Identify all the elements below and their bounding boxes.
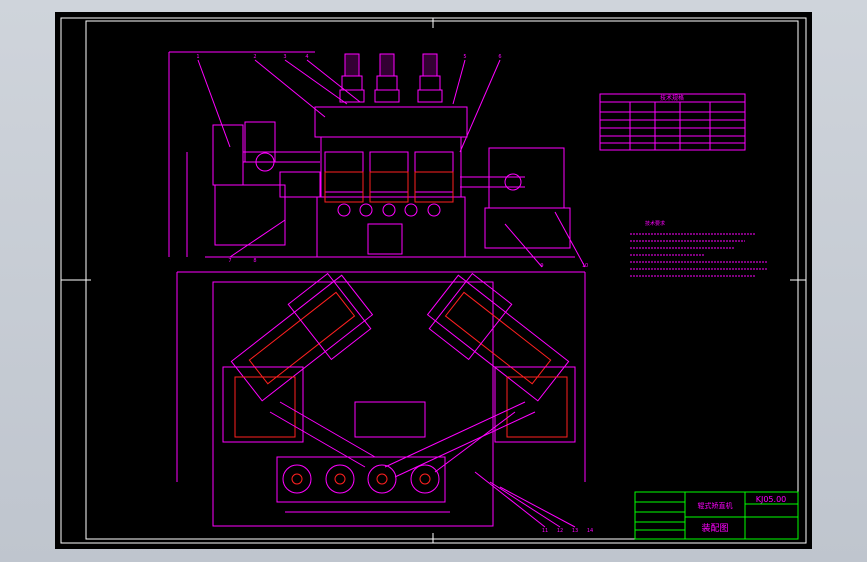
drawing-number: KJ05.00 [756, 495, 787, 504]
company-name: 辊式矫直机 [698, 501, 733, 510]
tech-specs-title: 技术规格 [660, 94, 684, 102]
drawing-name: 装配图 [701, 522, 728, 534]
part-number-label: 14 [587, 528, 593, 534]
part-number-label: 11 [542, 528, 548, 534]
part-number-label: 2 [253, 54, 256, 60]
part-number-label: 5 [463, 54, 466, 60]
part-number-label: 9 [540, 263, 543, 269]
part-number-label: 4 [305, 54, 308, 60]
part-number-label: 3 [283, 54, 286, 60]
part-number-label: 7 [228, 258, 231, 264]
part-number-label: 6 [498, 54, 501, 60]
tech-requirements: 技术要求 [630, 220, 767, 277]
part-number-label: 1 [196, 54, 199, 60]
cad-drawing: 技术规格 技术要求 KJ05.00 辊式矫直机 装配图 1 2 3 4 5 67… [60, 17, 807, 544]
outer-border [60, 17, 807, 544]
part-number-label: 10 [582, 263, 588, 269]
part-number-label: 8 [253, 258, 256, 264]
part-number-label: 13 [572, 528, 578, 534]
drawing-sheet[interactable]: 技术规格 技术要求 KJ05.00 辊式矫直机 装配图 1 2 3 4 5 6 … [55, 12, 812, 549]
title-block: KJ05.00 辊式矫直机 装配图 [634, 491, 799, 540]
part-number-label: 12 [557, 528, 563, 534]
viewer-background: 技术规格 技术要求 KJ05.00 辊式矫直机 装配图 1 2 3 4 5 6 … [0, 0, 867, 562]
front-view [168, 51, 586, 268]
plan-view [176, 271, 586, 528]
tech-requirements-title: 技术要求 [645, 220, 665, 227]
tech-specs-table: 技术规格 [599, 93, 746, 151]
